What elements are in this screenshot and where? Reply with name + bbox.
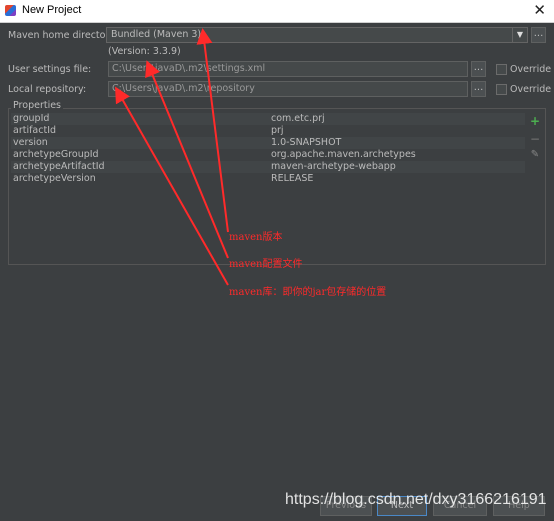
- watermark-text: https://blog.csdn.net/dxy3166216191: [285, 491, 547, 508]
- arrow-to-maven-home: [196, 28, 229, 233]
- arrow-to-settings: [145, 60, 229, 259]
- annotation-maven-config: maven配置文件: [229, 259, 303, 270]
- annotation-maven-version: maven版本: [229, 232, 283, 243]
- annotation-maven-repo: maven库：即你的jar包存储的位置: [229, 287, 387, 298]
- arrow-to-repository: [115, 86, 229, 286]
